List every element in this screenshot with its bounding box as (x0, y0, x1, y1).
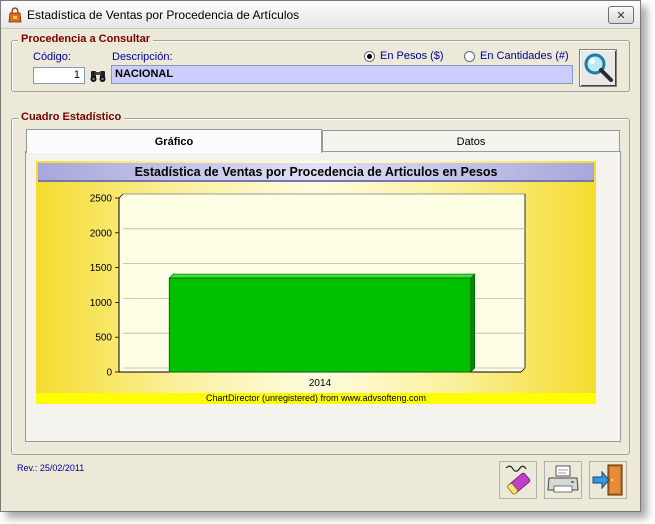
bar (168, 277, 472, 373)
clear-button[interactable] (499, 461, 537, 499)
search-button[interactable] (579, 49, 617, 87)
tab-datos[interactable]: Datos (322, 130, 620, 152)
revision-date: Rev.: 25/02/2011 (17, 463, 85, 473)
title-bar: Estadística de Ventas por Procedencia de… (1, 1, 640, 29)
exit-button[interactable] (589, 461, 627, 499)
radio-en-cantidades-label: En Cantidades (#) (480, 50, 569, 62)
cuadro-group-title: Cuadro Estadístico (18, 111, 125, 123)
app-bag-icon (8, 7, 22, 23)
tab-datos-label: Datos (456, 135, 486, 148)
descripcion-label: Descripción: (112, 51, 173, 63)
exit-door-icon (592, 464, 623, 496)
y-tick-label: 2500 (90, 194, 113, 205)
descripcion-field[interactable]: NACIONAL (111, 65, 573, 84)
chart-container: Estadística de Ventas por Procedencia de… (36, 161, 596, 404)
binoculars-icon[interactable] (88, 66, 108, 84)
print-button[interactable] (544, 461, 582, 499)
close-button[interactable]: ✕ (608, 6, 634, 24)
y-tick-label: 1000 (90, 298, 113, 309)
bar-top (168, 273, 476, 279)
radio-en-cantidades[interactable]: En Cantidades (#) (464, 50, 569, 62)
x-tick-label: 2014 (309, 378, 332, 389)
window-title: Estadística de Ventas por Procedencia de… (27, 8, 300, 22)
bar-side (470, 273, 476, 373)
codigo-input[interactable]: 1 (33, 67, 85, 84)
close-icon: ✕ (616, 8, 626, 22)
radio-en-cantidades-indicator[interactable] (464, 50, 475, 62)
procedencia-group-title: Procedencia a Consultar (18, 33, 153, 45)
main-window: Estadística de Ventas por Procedencia de… (0, 0, 641, 512)
tab-grafico-label: Gráfico (154, 135, 194, 148)
tab-grafico[interactable]: Gráfico (26, 129, 322, 153)
eraser-icon (505, 465, 531, 495)
bar-chart: 0 500 1000 1500 2000 2500 2014 (90, 194, 526, 389)
y-tick-label: 0 (106, 368, 112, 379)
y-tick-label: 500 (95, 333, 112, 344)
y-tick-label: 1500 (90, 263, 113, 274)
radio-en-pesos-indicator[interactable] (364, 50, 375, 62)
radio-en-pesos[interactable]: En Pesos ($) (364, 50, 444, 62)
y-tick-label: 2000 (90, 228, 113, 239)
radio-en-pesos-label: En Pesos ($) (380, 50, 444, 62)
printer-icon (547, 465, 579, 493)
magnifier-icon (584, 53, 613, 82)
chart-footer: ChartDirector (unregistered) from www.ad… (36, 393, 596, 404)
codigo-label: Código: (33, 51, 71, 63)
